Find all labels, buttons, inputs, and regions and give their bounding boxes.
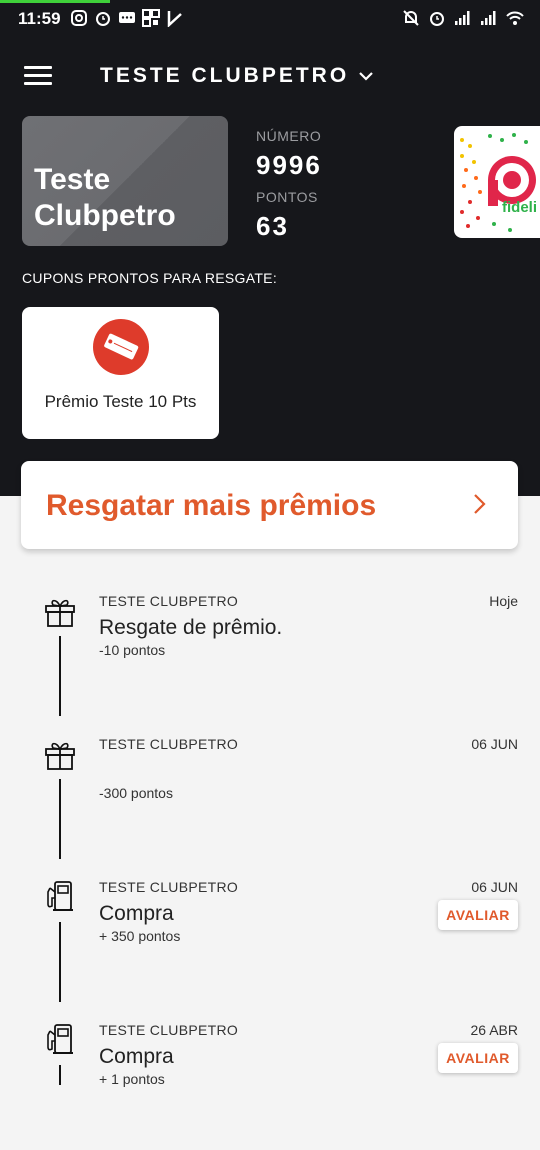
page-title[interactable]: TESTE CLUBPETRO: [100, 64, 349, 88]
system-icons: [402, 9, 524, 27]
timeline-description: Compra: [99, 1045, 174, 1068]
qr-code-icon: [142, 9, 160, 27]
partner-logo: fideli: [460, 133, 537, 232]
gift-icon: [45, 742, 75, 770]
redeem-more-label: Resgatar mais prêmios: [46, 489, 377, 522]
timeline-item: TESTE CLUBPETRO 26 ABR Compra + 1 pontos…: [0, 1007, 540, 1150]
timeline-item: TESTE CLUBPETRO 06 JUN -300 pontos: [0, 721, 540, 864]
timeline-connector: [59, 1065, 61, 1085]
alarm-icon: [96, 12, 110, 26]
timeline-item: TESTE CLUBPETRO Hoje Resgate de prêmio. …: [0, 578, 540, 721]
numero-value: 9996: [256, 150, 322, 180]
coupon-tag-icon: [93, 319, 149, 375]
timeline-store: TESTE CLUBPETRO: [99, 593, 239, 609]
timeline-store: TESTE CLUBPETRO: [99, 879, 239, 895]
menu-icon[interactable]: [24, 66, 52, 88]
timeline-points: -300 pontos: [99, 785, 173, 801]
pontos-value: 63: [256, 211, 289, 241]
numero-label: NÚMERO: [256, 128, 322, 144]
status-bar: 11:59: [0, 6, 540, 34]
timeline-description: Resgate de prêmio.: [99, 616, 283, 639]
timeline-date: Hoje: [489, 593, 518, 609]
timeline-date: 26 ABR: [470, 1022, 518, 1038]
partner-card[interactable]: fideli: [454, 126, 540, 238]
timeline-description: Compra: [99, 902, 174, 925]
redeem-more-button[interactable]: Resgatar mais prêmios: [21, 461, 518, 549]
gift-icon: [45, 599, 75, 627]
muted-bell-icon: [403, 10, 419, 26]
timeline-store: TESTE CLUBPETRO: [99, 736, 239, 752]
pontos-label: PONTOS: [256, 189, 318, 205]
signal-icon-2: [481, 11, 496, 25]
card-name-line1: Teste: [34, 163, 111, 196]
coupon-name: Prêmio Teste 10 Pts: [44, 392, 197, 411]
alarm-clock-icon: [430, 12, 444, 26]
card-name-line2: Clubpetro: [34, 199, 176, 232]
timeline-connector: [59, 922, 61, 1002]
timeline-points: + 350 pontos: [99, 928, 181, 944]
timeline-store: TESTE CLUBPETRO: [99, 1022, 239, 1038]
timeline-item: TESTE CLUBPETRO 06 JUN Compra + 350 pont…: [0, 864, 540, 1007]
fuel-pump-icon: [47, 881, 73, 911]
timeline-connector: [59, 636, 61, 716]
app-notification-icon: [167, 11, 182, 27]
coupon-card[interactable]: Prêmio Teste 10 Pts: [22, 307, 219, 439]
timeline-date: 06 JUN: [471, 736, 518, 752]
coupons-label: CUPONS PRONTOS PARA RESGATE:: [22, 270, 278, 286]
timeline-connector: [59, 779, 61, 859]
timeline-points: + 1 pontos: [99, 1071, 165, 1087]
signal-icon: [455, 11, 470, 25]
wifi-icon: [506, 11, 524, 25]
partner-brand-text: fideli: [502, 199, 537, 216]
rate-button[interactable]: AVALIAR: [438, 900, 518, 930]
chevron-right-icon: [474, 494, 486, 514]
app-header: TESTE CLUBPETRO: [0, 58, 540, 98]
membership-card: Teste Clubpetro: [22, 116, 228, 246]
timeline-date: 06 JUN: [471, 879, 518, 895]
notification-icons: [70, 9, 184, 27]
account-info: NÚMERO 9996 PONTOS 63: [256, 128, 322, 250]
loading-progress-bar: [0, 0, 110, 3]
chevron-down-icon[interactable]: [356, 66, 376, 86]
card-name: Teste Clubpetro: [34, 162, 176, 234]
message-icon: [119, 12, 135, 23]
status-time: 11:59: [18, 9, 61, 28]
fuel-pump-icon: [47, 1024, 73, 1054]
timeline-points: -10 pontos: [99, 642, 166, 658]
instagram-icon: [71, 10, 87, 26]
rate-button[interactable]: AVALIAR: [438, 1043, 518, 1073]
